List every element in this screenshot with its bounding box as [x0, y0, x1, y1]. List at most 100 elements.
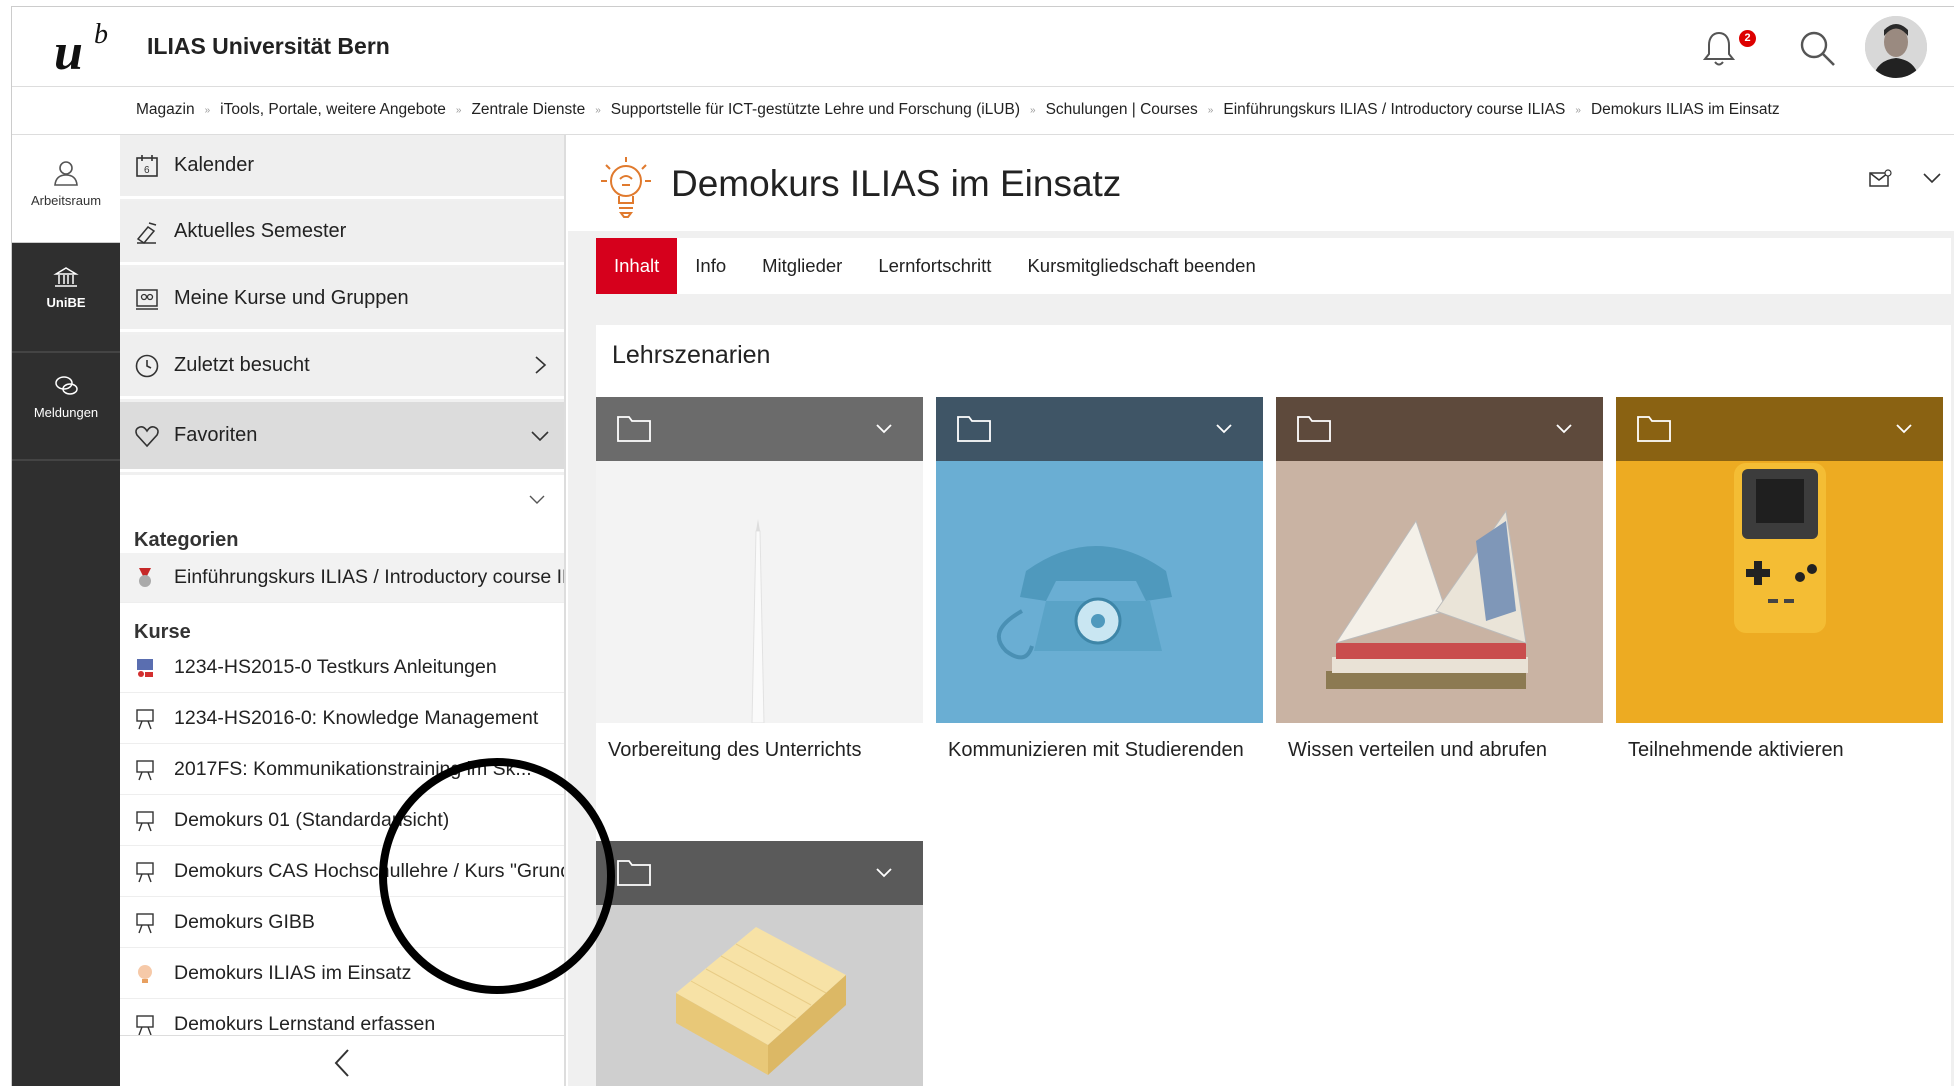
list-item[interactable]: 1234-HS2015-0 Testkurs Anleitungen [120, 643, 564, 693]
slate-item-favoriten[interactable]: Favoriten [120, 402, 564, 472]
content-panel: Lehrszenarien Vorbereitung des Unterrich… [596, 325, 1951, 1086]
slate-item-label: Favoriten [174, 424, 258, 446]
page-title: Demokurs ILIAS im Einsatz [671, 163, 1122, 204]
lightbulb-icon [138, 964, 152, 983]
tile-kommunizieren[interactable]: Kommunizieren mit Studierenden [936, 397, 1263, 805]
breadcrumb-link[interactable]: Zentrale Dienste [471, 101, 585, 119]
logo-letter: u [54, 24, 83, 81]
folder-icon [617, 860, 651, 886]
slate-item-label: Aktuelles Semester [174, 220, 347, 242]
slate-item-label: Zuletzt besucht [174, 354, 310, 376]
slate-item-zuletzt-besucht[interactable]: Zuletzt besucht [120, 335, 564, 399]
mainbar-item-arbeitsraum[interactable]: Arbeitsraum [12, 135, 120, 243]
chevron-down-icon[interactable] [528, 491, 546, 509]
breadcrumb-separator-icon: » [455, 104, 462, 116]
tile-caption: Wissen verteilen und abrufen [1288, 739, 1548, 761]
chevron-down-icon[interactable] [1554, 419, 1574, 439]
course-icon [136, 759, 154, 780]
slate-item-label: Meine Kurse und Gruppen [174, 287, 409, 309]
tab-info[interactable]: Info [677, 238, 744, 294]
calendar-icon: 6 [136, 154, 158, 177]
bell-icon[interactable] [1700, 29, 1738, 69]
course-link: Demokurs ILIAS im Einsatz [174, 962, 412, 984]
svg-text:6: 6 [144, 165, 150, 176]
course-icon [136, 708, 154, 729]
breadcrumb-link[interactable]: iTools, Portale, weitere Angebote [220, 101, 446, 119]
list-item[interactable]: Einführungskurs ILIAS / Introductory cou… [120, 553, 564, 603]
course-icon [136, 861, 154, 882]
folder-icon [1637, 416, 1671, 442]
browser-frame: u b ILIAS Universität Bern 2 Magazin » iT… [11, 6, 1954, 1086]
chevron-down-icon[interactable] [874, 863, 894, 883]
folder-icon [957, 416, 991, 442]
search-icon[interactable] [1798, 29, 1838, 69]
page-title-bar: Demokurs ILIAS im Einsatz [568, 135, 1954, 231]
breadcrumb: Magazin » iTools, Portale, weitere Angebo… [12, 87, 1954, 135]
tab-lernfortschritt[interactable]: Lernfortschritt [860, 238, 1009, 294]
tab-kursmitgliedschaft-beenden[interactable]: Kursmitgliedschaft beenden [1009, 238, 1273, 294]
page-header: u b ILIAS Universität Bern 2 [12, 7, 1954, 87]
tile-vorbereitung[interactable]: Vorbereitung des Unterrichts [596, 397, 923, 805]
slate-item-label: Kalender [174, 154, 255, 176]
folder-icon [617, 416, 651, 442]
institution-name[interactable]: ILIAS Universität Bern [147, 33, 390, 60]
breadcrumb-link[interactable]: Schulungen | Courses [1046, 101, 1198, 119]
chevron-down-icon [531, 431, 549, 442]
section-heading: Lehrszenarien [612, 341, 771, 369]
chevron-down-icon[interactable] [874, 419, 894, 439]
course-icon [136, 912, 154, 933]
breadcrumb-link[interactable]: Magazin [136, 101, 195, 119]
chevron-down-icon[interactable] [1921, 167, 1943, 189]
mainbar-item-meldungen[interactable]: Meldungen [12, 373, 120, 459]
tab-bar: Inhalt Info Mitglieder Lernfortschritt K… [596, 238, 1951, 294]
breadcrumb-current[interactable]: Demokurs ILIAS im Einsatz [1591, 101, 1780, 119]
pen-image [596, 461, 923, 723]
course-link: Demokurs Lernstand erfassen [174, 1013, 436, 1035]
slate-item-meine-kurse[interactable]: Meine Kurse und Gruppen [120, 268, 564, 332]
breadcrumb-separator-icon: » [1207, 104, 1214, 116]
tile-header [936, 397, 1263, 461]
folder-icon [1297, 416, 1331, 442]
course-icon [136, 810, 154, 831]
mainbar-label: Meldungen [33, 405, 99, 420]
building-icon [53, 267, 79, 287]
tile-notepad[interactable] [596, 841, 923, 1086]
unibe-logo[interactable]: u b [42, 15, 112, 79]
tile-caption: Kommunizieren mit Studierenden [948, 739, 1244, 761]
categories-heading: Kategorien [134, 529, 239, 551]
tab-mitglieder[interactable]: Mitglieder [744, 238, 860, 294]
avatar[interactable] [1865, 16, 1927, 78]
breadcrumb-separator-icon: » [1030, 104, 1036, 116]
chevron-right-icon [535, 356, 547, 374]
list-item[interactable]: 1234-HS2016-0: Knowledge Management [120, 694, 564, 744]
mainbar-label: Arbeitsraum [30, 193, 102, 208]
lightbulb-icon [601, 157, 651, 218]
chevron-down-icon[interactable] [1894, 419, 1914, 439]
tile-wissen[interactable]: Wissen verteilen und abrufen [1276, 397, 1603, 805]
annotation-circle [379, 758, 615, 994]
course-colored-icon [137, 658, 153, 677]
notification-badge: 2 [1739, 30, 1756, 47]
book-image [1276, 461, 1603, 723]
tile-header [1276, 397, 1603, 461]
tile-caption: Teilnehmende aktivieren [1628, 739, 1844, 761]
tab-inhalt[interactable]: Inhalt [596, 238, 678, 294]
tile-teilnehmende[interactable]: Teilnehmende aktivieren [1616, 397, 1943, 805]
slate-item-kalender[interactable]: 6 Kalender [120, 135, 564, 199]
semester-icon [136, 221, 157, 244]
mainbar-item-unibe[interactable]: UniBE [12, 265, 120, 351]
breadcrumb-link[interactable]: Supportstelle für ICT-gestützte Lehre un… [611, 101, 1020, 119]
main-content: Demokurs ILIAS im Einsatz Inhalt Info Mi… [568, 135, 1954, 1086]
course-icon [136, 1014, 154, 1035]
main-bar: Arbeitsraum UniBE Meldungen [12, 135, 120, 1086]
breadcrumb-link[interactable]: Einführungskurs ILIAS / Introductory cou… [1223, 101, 1565, 119]
user-icon [54, 161, 78, 186]
mainbar-divider [12, 459, 120, 461]
course-link: 1234-HS2016-0: Knowledge Management [174, 707, 539, 729]
notepad-image [596, 905, 923, 1086]
chevron-down-icon[interactable] [1214, 419, 1234, 439]
mail-icon[interactable] [1868, 169, 1892, 189]
collapse-slate-button[interactable] [120, 1035, 564, 1086]
category-link: Einführungskurs ILIAS / Introductory cou… [174, 566, 564, 588]
slate-item-semester[interactable]: Aktuelles Semester [120, 201, 564, 265]
